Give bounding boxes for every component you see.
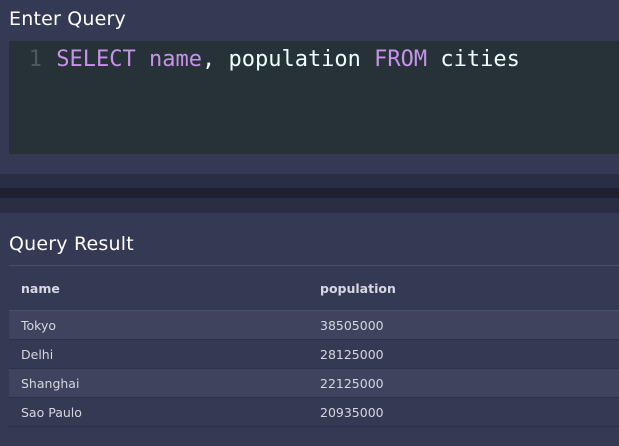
cell-population: 38505000 — [320, 317, 384, 333]
query-panel: Enter Query 1 SELECT name, population FR… — [0, 0, 619, 174]
comma-token: , — [201, 46, 216, 72]
panel-splitter[interactable] — [0, 174, 619, 213]
cell-name: Shanghai — [21, 375, 80, 391]
keyword-select: SELECT — [56, 46, 136, 72]
table-row: Sao Paulo 20935000 — [9, 398, 619, 427]
column-header-name[interactable]: name — [21, 281, 60, 296]
column-population-token: population — [228, 46, 361, 72]
sql-editor[interactable]: 1 SELECT name, population FROM cities — [9, 41, 619, 154]
result-table: name population Tokyo 38505000 Delhi 281… — [9, 265, 619, 427]
result-title: Query Result — [9, 233, 134, 255]
cell-population: 22125000 — [320, 375, 384, 391]
table-row: Delhi 28125000 — [9, 340, 619, 369]
splitter-handle[interactable] — [0, 188, 619, 198]
table-row: Shanghai 22125000 — [9, 369, 619, 398]
result-panel: Query Result name population Tokyo 38505… — [0, 213, 619, 446]
column-header-population[interactable]: population — [320, 281, 396, 296]
cell-population: 28125000 — [320, 346, 384, 362]
table-row: Tokyo 38505000 — [9, 311, 619, 340]
keyword-from: FROM — [374, 46, 428, 72]
query-title: Enter Query — [9, 8, 126, 30]
cell-name: Sao Paulo — [21, 404, 82, 420]
table-name-token: cities — [440, 46, 520, 72]
editor-line[interactable]: 1 SELECT name, population FROM cities — [9, 44, 520, 74]
cell-name: Tokyo — [21, 317, 56, 333]
line-number: 1 — [28, 46, 42, 72]
column-name-token: name — [148, 46, 202, 72]
cell-name: Delhi — [21, 346, 54, 362]
table-header-row: name population — [9, 266, 619, 311]
cell-population: 20935000 — [320, 404, 384, 420]
